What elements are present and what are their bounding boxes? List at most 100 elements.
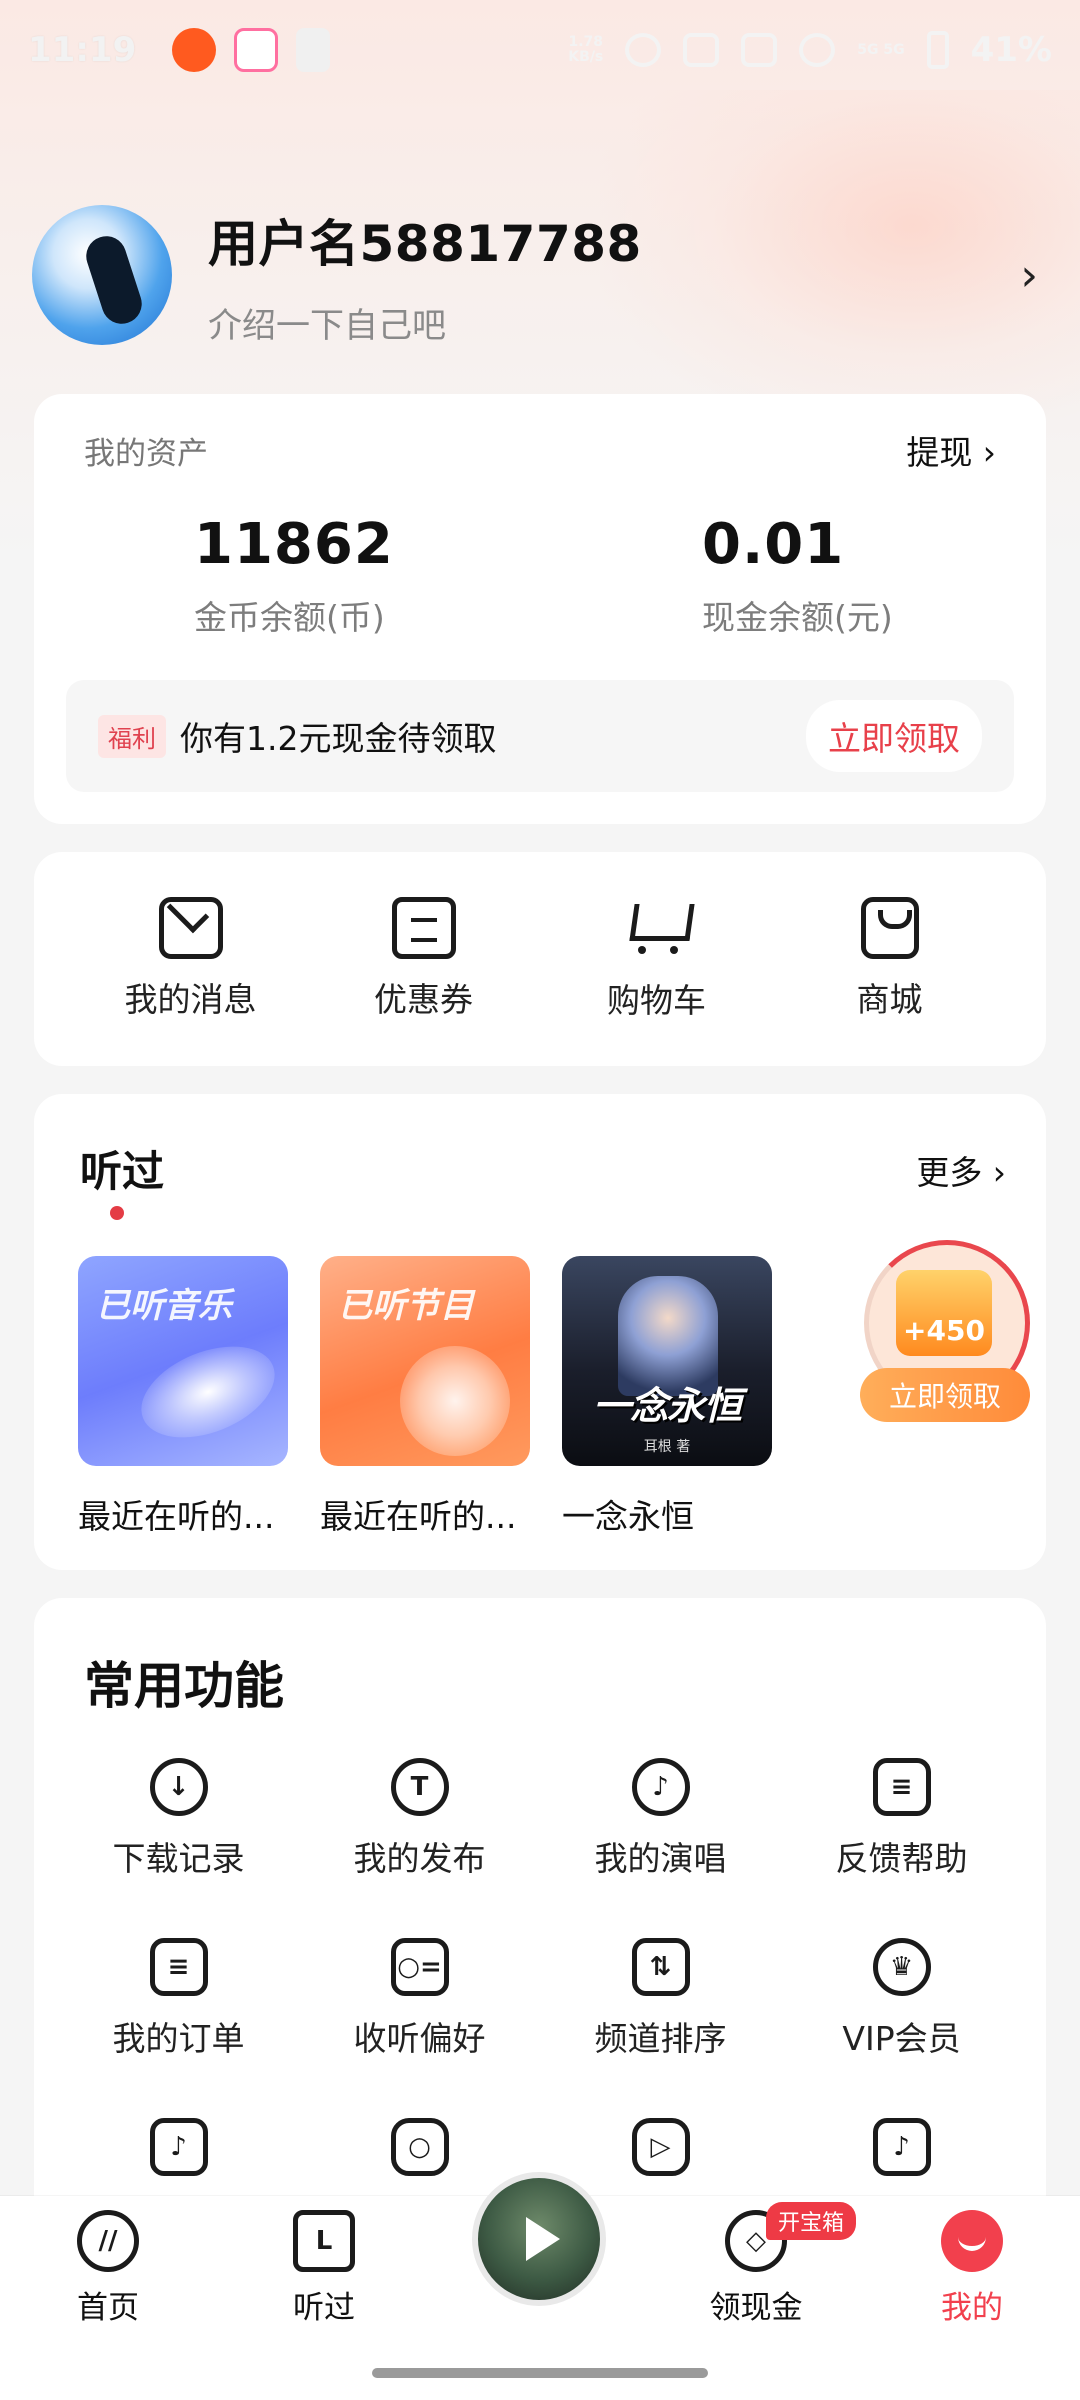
disc-icon — [128, 1328, 288, 1456]
nav-mine[interactable]: 我的 — [892, 2210, 1052, 2327]
shortcut-messages[interactable]: 我的消息 — [91, 897, 291, 1021]
coin-balance-value: 11862 — [194, 512, 394, 577]
chevron-right-icon[interactable]: › — [1020, 250, 1038, 301]
history-card: 听过 更多 › 已听音乐 最近在听的... 已听节目 最近在听的... 一念永恒… — [34, 1094, 1046, 1570]
coupon-icon — [391, 897, 456, 959]
function-label: 反馈帮助 — [835, 1839, 968, 1878]
play-icon — [526, 2217, 560, 2261]
cash-balance-value: 0.01 — [702, 512, 845, 577]
publish-icon: T — [390, 1758, 449, 1816]
cart-icon — [622, 896, 692, 960]
nav-history[interactable]: L 听过 — [244, 2210, 404, 2327]
function-listening-preference[interactable]: ○= 收听偏好 — [299, 1938, 540, 2060]
history-indicator-dot — [110, 1206, 124, 1220]
functions-title: 常用功能 — [84, 1657, 284, 1715]
home-logo-icon: // — [77, 2210, 139, 2272]
bonus-text: 你有1.2元现金待领取 — [180, 719, 497, 758]
reward-amount: +450 — [903, 1314, 985, 1347]
avatar[interactable] — [32, 205, 172, 345]
function-channel-sort[interactable]: ⇅ 频道排序 — [540, 1938, 781, 2060]
sort-icon: ⇅ — [631, 1938, 690, 1996]
shortcut-label: 我的消息 — [124, 980, 257, 1019]
function-feedback[interactable]: ≡ 反馈帮助 — [781, 1758, 1022, 1880]
function-label: 我的演唱 — [594, 1839, 727, 1878]
history-item-book[interactable]: 一念永恒 耳根 著 一念永恒 — [562, 1256, 772, 1538]
shortcut-label: 优惠券 — [374, 980, 473, 1019]
music-cover: 已听音乐 — [78, 1256, 288, 1466]
function-label: 频道排序 — [594, 2019, 727, 2058]
microphone-icon: ♪ — [631, 1758, 690, 1816]
bonus-tag: 福利 — [98, 714, 166, 758]
music-box-icon: ♪ — [872, 2118, 931, 2176]
nav-label: 我的 — [941, 2290, 1003, 2326]
book-cover-author: 耳根 著 — [643, 1439, 691, 1455]
function-music-folder[interactable]: ♪ — [58, 2118, 299, 2192]
history-item-label: 最近在听的... — [78, 1497, 275, 1536]
function-my-singing[interactable]: ♪ 我的演唱 — [540, 1758, 781, 1880]
profile-bio: 介绍一下自己吧 — [208, 305, 446, 346]
history-item-label: 最近在听的... — [320, 1497, 517, 1536]
function-label: 下载记录 — [112, 1839, 245, 1878]
history-more-link[interactable]: 更多 › — [916, 1146, 1006, 1194]
mini-player-button[interactable] — [472, 2172, 606, 2306]
network-speed: 1.78 KB/s — [568, 34, 604, 65]
alarm-icon — [625, 33, 662, 67]
history-item-music[interactable]: 已听音乐 最近在听的... — [78, 1256, 288, 1538]
wifi-icon — [799, 33, 836, 67]
battery-percent: 41% — [970, 30, 1052, 70]
assets-card: 我的资产 提现 › 11862 金币余额(币) 0.01 现金余额(元) 福利 … — [34, 394, 1046, 824]
key-icon — [683, 33, 720, 67]
function-my-publish[interactable]: T 我的发布 — [299, 1758, 540, 1880]
function-label: 我的发布 — [353, 1839, 486, 1878]
book-cover-title: 一念永恒 — [592, 1384, 742, 1428]
function-label: 收听偏好 — [353, 2019, 486, 2058]
username: 用户名58817788 — [208, 214, 642, 273]
function-vip[interactable]: ♛ VIP会员 — [781, 1938, 1022, 2060]
notification-app-icon — [172, 28, 217, 72]
notification-app-icon — [296, 28, 331, 72]
download-icon: ↓ — [149, 1758, 208, 1816]
film-reel-icon — [400, 1346, 510, 1456]
shortcut-coupons[interactable]: 优惠券 — [324, 897, 524, 1021]
withdraw-link[interactable]: 提现 › — [906, 426, 996, 474]
cover-text: 已听音乐 — [96, 1286, 232, 1326]
shortcut-cart[interactable]: 购物车 — [557, 896, 757, 1022]
play-shield-icon: ▷ — [631, 2118, 690, 2176]
shortcut-mall[interactable]: 商城 — [790, 897, 990, 1021]
history-item-programs[interactable]: 已听节目 最近在听的... — [320, 1256, 530, 1538]
history-title: 听过 — [80, 1147, 165, 1196]
status-bar: 11:19 1.78 KB/s 5G 5G 41% — [0, 0, 1080, 100]
order-icon: ≡ — [149, 1938, 208, 1996]
coin-balance[interactable]: 11862 金币余额(币) — [194, 512, 394, 639]
mail-icon — [158, 897, 223, 959]
treasure-box-badge: 开宝箱 — [766, 2202, 857, 2240]
notification-app-icon — [234, 28, 279, 72]
hexagon-icon: ○ — [390, 2118, 449, 2176]
cash-balance-label: 现金余额(元) — [702, 598, 893, 637]
function-music-box[interactable]: ♪ — [781, 2118, 1022, 2192]
crown-icon: ♛ — [872, 1938, 931, 1996]
status-time: 11:19 — [28, 30, 137, 70]
function-my-orders[interactable]: ≡ 我的订单 — [58, 1938, 299, 2060]
program-cover: 已听节目 — [320, 1256, 530, 1466]
profile-header[interactable]: 用户名58817788 介绍一下自己吧 › — [32, 200, 1048, 350]
nav-label: 首页 — [77, 2290, 139, 2326]
nav-rewards[interactable]: ◇ 开宝箱 领现金 — [676, 2202, 857, 2327]
coin-balance-label: 金币余额(币) — [194, 598, 385, 637]
function-label: 我的订单 — [112, 2019, 245, 2058]
cash-balance[interactable]: 0.01 现金余额(元) — [702, 512, 893, 639]
coin-reward-widget[interactable]: +450 立即领取 — [860, 1232, 1030, 1422]
function-download-records[interactable]: ↓ 下载记录 — [58, 1758, 299, 1880]
function-play-shield[interactable]: ▷ — [540, 2118, 781, 2192]
nav-label: 领现金 — [709, 2290, 803, 2326]
feedback-icon: ≡ — [872, 1758, 931, 1816]
cash-bonus-banner[interactable]: 福利 你有1.2元现金待领取 立即领取 — [66, 680, 1014, 792]
preference-icon: ○= — [390, 1938, 449, 1996]
shortcut-label: 购物车 — [607, 981, 706, 1020]
claim-cash-button[interactable]: 立即领取 — [806, 700, 982, 772]
bottom-navigation: // 首页 L 听过 ◇ 开宝箱 领现金 我的 — [0, 2172, 1080, 2400]
nfc-icon — [741, 33, 778, 67]
claim-reward-button[interactable]: 立即领取 — [860, 1368, 1030, 1422]
home-indicator[interactable] — [372, 2368, 708, 2378]
nav-home[interactable]: // 首页 — [28, 2210, 188, 2327]
